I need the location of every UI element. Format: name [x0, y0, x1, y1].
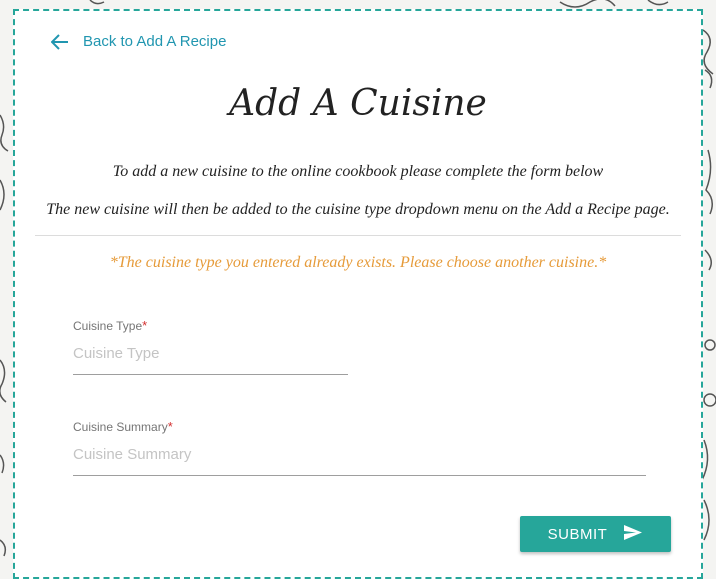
arrow-left-icon	[51, 33, 69, 50]
required-mark: *	[167, 419, 173, 434]
intro-text-2: The new cuisine will then be added to th…	[46, 201, 670, 218]
duplicate-cuisine-error: *The cuisine type you entered already ex…	[109, 254, 607, 271]
cuisine-type-input[interactable]	[73, 341, 348, 375]
cuisine-type-label: Cuisine Type*	[73, 318, 148, 333]
cuisine-summary-field: Cuisine Summary*	[73, 419, 646, 476]
cuisine-type-field: Cuisine Type*	[73, 318, 348, 375]
submit-button[interactable]: SUBMIT	[520, 516, 671, 552]
send-icon	[623, 524, 643, 545]
back-link-label: Back to Add A Recipe	[83, 33, 227, 50]
submit-label: SUBMIT	[547, 525, 608, 543]
cuisine-summary-label: Cuisine Summary*	[73, 419, 173, 434]
intro-text-1: To add a new cuisine to the online cookb…	[112, 163, 604, 180]
cuisine-summary-input[interactable]	[73, 442, 646, 476]
add-cuisine-card: Back to Add A Recipe Add A Cuisine To ad…	[13, 9, 703, 579]
back-to-add-recipe-link[interactable]: Back to Add A Recipe	[51, 33, 226, 50]
page-title: Add A Cuisine	[229, 83, 487, 124]
divider	[35, 235, 681, 236]
required-mark: *	[142, 318, 148, 333]
